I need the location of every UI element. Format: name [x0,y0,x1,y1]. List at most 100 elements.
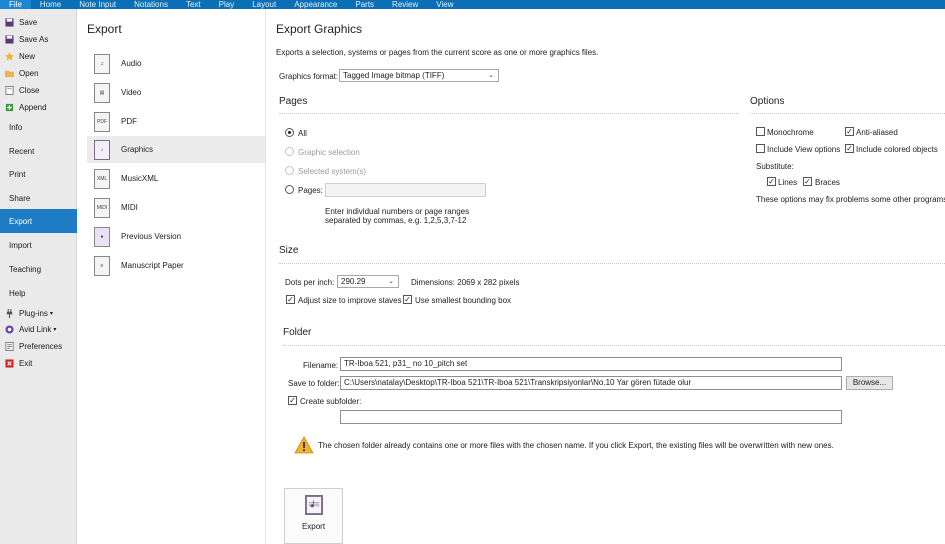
menu-import[interactable]: Import [0,237,77,253]
menu-preferences[interactable]: Preferences [0,338,77,354]
options-heading: Options [750,96,785,107]
menu-import-label: Import [9,240,32,250]
pages-range-radio[interactable] [285,185,294,194]
save-to-folder-label: Save to folder: [288,379,340,388]
graphics-export-icon [305,495,323,515]
export-type-manuscript-paper[interactable]: ≡ Manuscript Paper [87,252,265,279]
pages-all-radio[interactable] [285,128,294,137]
tab-review[interactable]: Review [383,0,427,9]
new-icon [5,51,14,61]
graphics-format-select[interactable]: Tagged Image bitmap (TIFF) ⌄ [339,69,499,82]
pages-all-label: All [298,129,307,138]
dpi-select[interactable]: 290.29 ⌄ [337,275,399,288]
graphic-selection-radio[interactable] [285,147,294,156]
include-view-options-label: Include View options [767,145,841,154]
dpi-label: Dots per inch: [285,278,335,287]
avid-link-icon [5,324,14,334]
anti-aliased-checkbox[interactable]: ✓ [845,127,854,136]
export-type-previous-version[interactable]: ● Previous Version [87,223,265,250]
monochrome-checkbox[interactable] [756,127,765,136]
menu-help-label: Help [9,288,26,298]
include-view-options-checkbox[interactable] [756,144,765,153]
menu-avid-link[interactable]: Avid Link ▾ [0,321,77,337]
export-type-label: Graphics [121,145,154,154]
tab-text[interactable]: Text [177,0,210,9]
tab-notations[interactable]: Notations [125,0,177,9]
filename-label: Filename: [303,361,339,370]
options-divider [750,113,945,114]
graphic-selection-label: Graphic selection [298,148,360,157]
menu-exit[interactable]: Exit [0,355,77,371]
pages-hint-line1: Enter individual numbers or page ranges [325,207,470,216]
menu-append[interactable]: Append [0,99,77,115]
size-heading: Size [279,245,299,256]
menu-recent[interactable]: Recent [0,143,77,159]
anti-aliased-label: Anti-aliased [856,128,898,137]
include-colored-objects-checkbox[interactable]: ✓ [845,144,854,153]
graphics-format-value: Tagged Image bitmap (TIFF) [343,71,445,80]
menu-exit-label: Exit [19,358,33,368]
create-subfolder-checkbox[interactable]: ✓ [288,396,297,405]
tab-appearance[interactable]: Appearance [285,0,346,9]
graphics-file-icon: ♪ [94,139,110,160]
smallest-bounding-box-checkbox[interactable]: ✓ [403,295,412,304]
export-type-musicxml[interactable]: XML MusicXML [87,165,265,192]
selected-systems-radio[interactable] [285,166,294,175]
pages-hint-line2: separated by commas, e.g. 1,2,5,3,7-12 [325,216,467,225]
browse-button[interactable]: Browse... [846,376,893,390]
subfolder-input[interactable] [340,410,842,424]
export-type-audio[interactable]: ♫ Audio [87,50,265,77]
previous-version-icon: ● [94,226,110,247]
selected-systems-label: Selected system(s) [298,167,367,176]
menu-save-as-label: Save As [19,34,49,44]
menu-close[interactable]: Close [0,82,77,98]
save-icon [5,17,14,27]
export-type-midi[interactable]: MIDI MIDI [87,194,265,221]
menu-help[interactable]: Help [0,285,77,301]
export-type-graphics[interactable]: ♪ Graphics [87,136,265,163]
menu-teaching[interactable]: Teaching [0,261,77,277]
chevron-down-icon: ▾ [49,310,53,317]
substitute-braces-label: Braces [815,178,840,187]
ribbon-tabs: File Home Note Input Notations Text Play… [0,0,945,9]
export-type-video[interactable]: ▤ Video [87,79,265,106]
menu-share[interactable]: Share [0,190,77,206]
menu-close-label: Close [19,85,40,95]
menu-print[interactable]: Print [0,166,77,182]
menu-open[interactable]: Open [0,65,77,81]
menu-open-label: Open [19,68,39,78]
export-type-pdf[interactable]: PDF PDF [87,108,265,135]
export-button[interactable]: Export [284,488,343,544]
adjust-size-checkbox[interactable]: ✓ [286,295,295,304]
folder-heading: Folder [283,327,312,338]
menu-new[interactable]: New [0,48,77,64]
tab-view[interactable]: View [427,0,462,9]
midi-file-icon: MIDI [94,197,110,218]
save-to-folder-input[interactable]: C:\Users\natalay\Desktop\TR-Iboa 521\TR-… [340,376,842,390]
menu-recent-label: Recent [9,146,35,156]
preferences-icon [5,341,14,351]
menu-avid-link-label: Avid Link [19,324,52,334]
pages-range-input[interactable] [325,183,486,197]
tab-parts[interactable]: Parts [346,0,383,9]
substitute-braces-checkbox[interactable]: ✓ [803,177,812,186]
tab-home[interactable]: Home [31,0,70,9]
menu-save-as[interactable]: Save As [0,31,77,47]
menu-export[interactable]: Export [0,209,77,233]
menu-print-label: Print [9,169,26,179]
panel-description: Exports a selection, systems or pages fr… [276,48,599,57]
dimensions-readout: Dimensions: 2069 x 282 pixels [411,278,520,287]
tab-file[interactable]: File [0,0,31,9]
tab-note-input[interactable]: Note Input [70,0,125,9]
tab-play[interactable]: Play [210,0,244,9]
pdf-file-icon: PDF [94,111,110,132]
substitute-lines-checkbox[interactable]: ✓ [767,177,776,186]
chevron-down-icon: ▾ [53,326,57,333]
export-type-label: Audio [121,59,142,68]
menu-info[interactable]: Info [0,119,77,135]
filename-input[interactable]: TR-Iboa 521, p31_ no 10_pitch set [340,357,842,371]
menu-save[interactable]: Save [0,14,77,30]
export-type-list: Export ♫ Audio ▤ Video PDF PDF ♪ Graphic… [78,9,266,544]
menu-plug-ins[interactable]: Plug-ins ▾ [0,305,77,321]
tab-layout[interactable]: Layout [243,0,285,9]
